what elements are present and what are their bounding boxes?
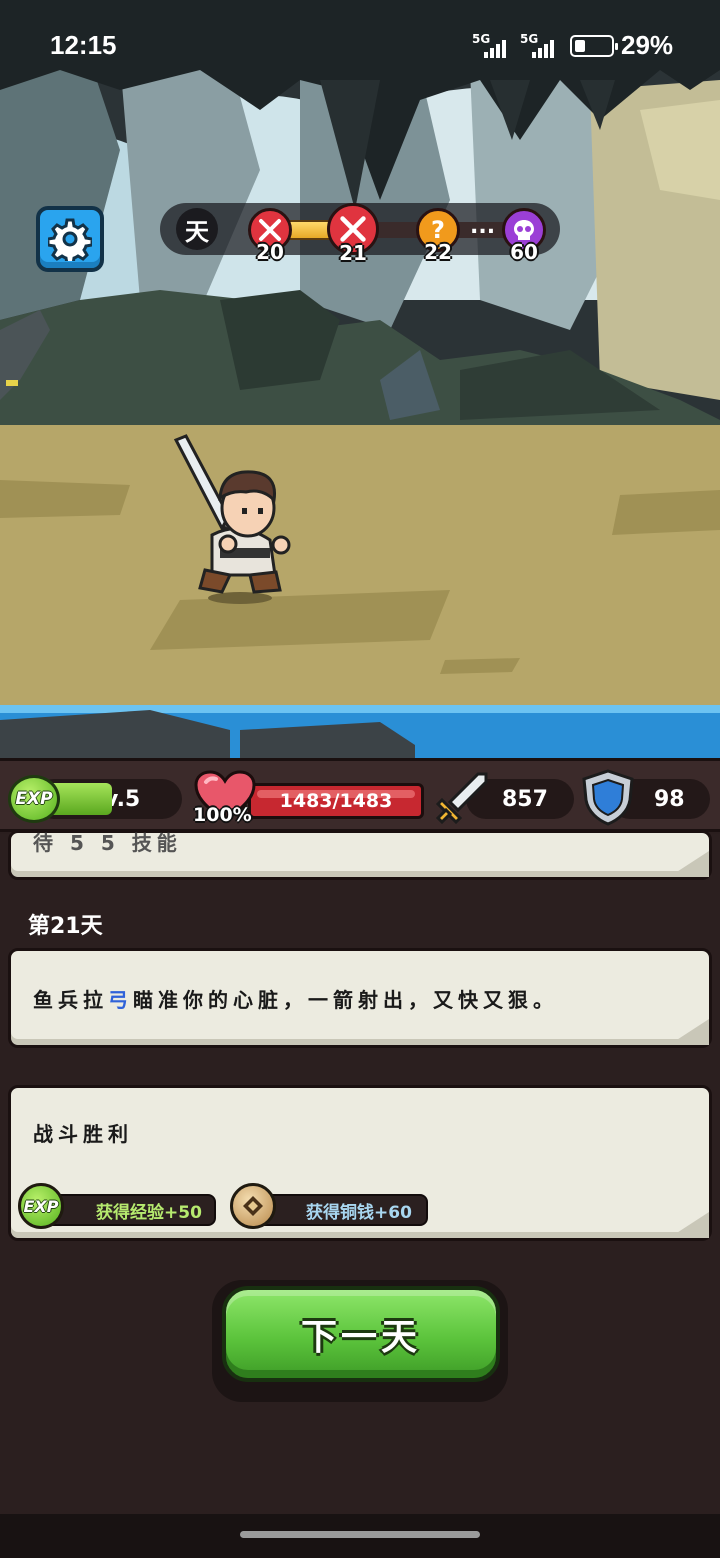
signal-icon: 5G (472, 32, 510, 58)
more-days-ellipsis: ... (470, 214, 496, 239)
reward-coin-label: 获得铜钱+60 (306, 1202, 412, 1223)
attack-log-text: 鱼兵拉弓瞄准你的心脏，一箭射出，又快又狠。 (33, 988, 558, 1012)
reward-coin: 获得铜钱+60 (252, 1194, 428, 1226)
attack-value: 857 (502, 787, 548, 812)
hp-bar: 1483/1483 (248, 783, 424, 819)
defense-value: 98 (654, 787, 685, 812)
coin-icon (230, 1183, 276, 1229)
day-node-21-current[interactable]: 21 (327, 203, 379, 265)
game-scene: 12:15 5G 5G 29% 天 20 21 ? 22 ... 60 (0, 0, 720, 760)
clock: 12:15 (50, 30, 117, 60)
battery-percent: 29% (621, 30, 674, 60)
hp-percent: 100% (193, 804, 252, 826)
system-status-bar: 12:15 5G 5G 29% (0, 0, 720, 92)
sword-icon (435, 772, 488, 824)
previous-log-card: 待 5 5 技能 (8, 830, 712, 880)
home-indicator[interactable] (240, 1531, 480, 1538)
day-heading: 第21天 (28, 914, 103, 939)
next-day-button[interactable]: 下一天 (222, 1286, 500, 1382)
previous-log-text: 待 5 5 技能 (33, 831, 182, 855)
shield-icon (582, 769, 634, 826)
cave-background (0, 0, 720, 760)
reward-exp: 获得经验+50 (42, 1194, 216, 1226)
day-node-22[interactable]: ? 22 (416, 208, 460, 264)
gear-icon (48, 218, 92, 261)
highlighted-word: 弓 (108, 988, 133, 1012)
battery-icon (570, 35, 618, 57)
day-node-20[interactable]: 20 (248, 208, 292, 264)
battle-result-text: 战斗胜利 (33, 1122, 133, 1146)
hp-value: 1483/1483 (279, 790, 393, 812)
reward-exp-label: 获得经验+50 (96, 1202, 202, 1223)
day-node-60-boss[interactable]: 60 (502, 208, 546, 264)
exp-icon: EXP (18, 1183, 64, 1229)
settings-button[interactable] (36, 206, 104, 272)
day-label-badge: 天 (176, 208, 218, 250)
signal-icon: 5G (520, 32, 558, 58)
attack-log-card: 鱼兵拉弓瞄准你的心脏，一箭射出，又快又狠。 (8, 948, 712, 1048)
signal-indicators: 5G 5G (472, 32, 558, 58)
exp-icon: EXP (8, 775, 60, 823)
